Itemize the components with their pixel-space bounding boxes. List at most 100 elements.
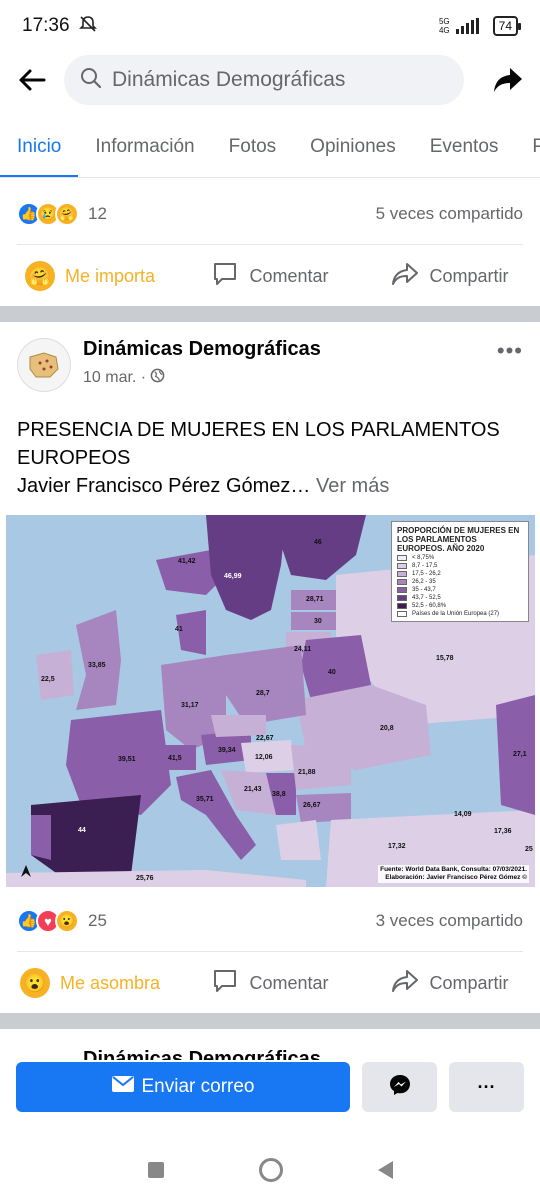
post-options-icon[interactable]: ••• xyxy=(497,338,523,396)
shares-count[interactable]: 3 veces compartido xyxy=(376,911,523,931)
value-label: 44 xyxy=(78,827,86,834)
divider xyxy=(17,951,523,952)
tab-opiniones[interactable]: Opiniones xyxy=(293,116,413,177)
value-label: 30 xyxy=(314,618,322,625)
send-email-label: Enviar correo xyxy=(141,1076,255,1097)
post-text-title: PRESENCIA DE MUJERES EN LOS PARLAMENTOS … xyxy=(17,419,500,469)
care-icon: 🤗 xyxy=(55,202,79,226)
back-arrow-icon[interactable] xyxy=(0,52,64,108)
search-text: Dinámicas Demográficas xyxy=(112,68,346,91)
value-label: 17,32 xyxy=(388,843,406,850)
value-label: 12,06 xyxy=(255,754,273,761)
react-button[interactable]: 😮 Me asombra xyxy=(0,968,180,998)
legend-swatch xyxy=(397,571,407,577)
value-label: 15,78 xyxy=(436,655,454,662)
bottom-action-bar: Enviar correo ··· xyxy=(16,1062,524,1112)
value-label: 22,67 xyxy=(256,735,274,742)
react-button[interactable]: 🤗 Me importa xyxy=(0,261,180,291)
value-label: 17,36 xyxy=(494,828,512,835)
value-label: 21,88 xyxy=(298,769,316,776)
map-source: Fuente: World Data Bank, Consulta: 07/03… xyxy=(378,865,529,883)
network-indicator: 5G 4G xyxy=(439,17,450,35)
legend-swatch xyxy=(397,555,407,561)
post-text: PRESENCIA DE MUJERES EN LOS PARLAMENTOS … xyxy=(17,416,523,500)
home-icon[interactable] xyxy=(258,1158,283,1182)
legend-label: 35 - 43,7 xyxy=(412,587,436,593)
tab-fotos[interactable]: Fotos xyxy=(212,116,294,177)
recents-icon[interactable] xyxy=(147,1162,164,1178)
legend-title: PROPORCIÓN DE MUJERES EN LOS PARLAMENTOS… xyxy=(397,526,520,553)
messenger-icon xyxy=(388,1073,412,1102)
legend-label: 8,7 - 17,5 xyxy=(412,563,438,569)
legend-label: 17,5 - 26,2 xyxy=(412,571,441,577)
see-more-link[interactable]: Ver más xyxy=(316,475,389,497)
status-time: 17:36 xyxy=(22,15,70,36)
battery-icon: 74 xyxy=(492,16,522,36)
post-date-text: 10 mar. · xyxy=(83,369,147,386)
tab-inicio[interactable]: Inicio xyxy=(0,116,79,177)
page-name[interactable]: Dinámicas Demográficas xyxy=(83,338,321,361)
status-bar: 17:36 5G 4G 74 xyxy=(0,0,540,52)
prev-post-reactions[interactable]: 👍 😢 🤗 12 5 veces compartido xyxy=(0,191,540,237)
share-icon xyxy=(391,968,419,999)
reaction-icons: 👍 ♥ 😮 xyxy=(17,909,79,933)
more-options-button[interactable]: ··· xyxy=(449,1062,524,1112)
care-emoji-icon: 🤗 xyxy=(24,261,55,291)
map-source-line1: Fuente: World Data Bank, Consulta: 07/03… xyxy=(380,866,527,873)
comment-label: Comentar xyxy=(249,265,329,286)
value-label: 27,1 xyxy=(513,751,527,758)
legend-swatch xyxy=(397,603,407,609)
wow-emoji-icon: 😮 xyxy=(19,968,50,998)
value-label: 21,43 xyxy=(244,786,262,793)
envelope-icon xyxy=(111,1076,134,1098)
next-post-peek: Dinámicas Demográficas xyxy=(17,1040,417,1060)
more-label: ··· xyxy=(477,1076,496,1097)
value-label: 20,8 xyxy=(380,725,394,732)
comment-icon xyxy=(211,967,239,1000)
share-button[interactable]: Compartir xyxy=(360,968,540,999)
value-label: 40 xyxy=(328,669,336,676)
value-label: 39,51 xyxy=(118,756,136,763)
post-separator xyxy=(0,306,540,322)
value-label: 25 xyxy=(525,846,533,853)
legend-swatch xyxy=(397,587,407,593)
legend-row: Países de la Unión Europea (27) xyxy=(397,611,523,617)
legend-swatch xyxy=(397,611,407,617)
share-arrow-icon[interactable] xyxy=(476,52,540,108)
reaction-count: 12 xyxy=(88,204,107,223)
legend-label: Países de la Unión Europea (27) xyxy=(412,611,500,617)
post-date: 10 mar. · xyxy=(83,368,321,388)
comment-button[interactable]: Comentar xyxy=(180,967,360,1000)
tab-more[interactable]: P xyxy=(515,116,540,177)
back-icon[interactable] xyxy=(377,1161,393,1179)
legend-row: 52,5 - 60,8% xyxy=(397,603,523,609)
post-reactions[interactable]: 👍 ♥ 😮 25 3 veces compartido xyxy=(0,898,540,944)
tab-eventos[interactable]: Eventos xyxy=(413,116,516,177)
value-label: 26,67 xyxy=(303,802,321,809)
tab-informacion[interactable]: Información xyxy=(78,116,211,177)
post-image-map[interactable]: 41,42 46,99 46 28,71 30 24,11 41 33,85 2… xyxy=(6,515,535,887)
comment-button[interactable]: Comentar xyxy=(180,260,360,293)
value-label: 39,34 xyxy=(218,747,236,754)
map-legend: PROPORCIÓN DE MUJERES EN LOS PARLAMENTOS… xyxy=(391,521,529,622)
legend-row: 8,7 - 17,5 xyxy=(397,563,523,569)
legend-label: 43,7 - 52,5 xyxy=(412,595,441,601)
next-post-page-name: Dinámicas Demográficas xyxy=(83,1048,321,1060)
share-icon xyxy=(391,261,419,292)
value-label: 25,76 xyxy=(136,875,154,882)
reaction-icons: 👍 😢 🤗 xyxy=(17,202,79,226)
shares-count[interactable]: 5 veces compartido xyxy=(376,204,523,224)
post-header: Dinámicas Demográficas 10 mar. · ••• xyxy=(17,338,523,396)
messenger-button[interactable] xyxy=(362,1062,437,1112)
page-avatar[interactable] xyxy=(17,338,71,392)
value-label: 35,71 xyxy=(196,796,214,803)
value-label: 41 xyxy=(175,626,183,633)
divider xyxy=(17,244,523,245)
network-4g: 4G xyxy=(438,26,450,35)
react-label: Me asombra xyxy=(59,972,161,993)
search-input[interactable]: Dinámicas Demográficas xyxy=(64,55,464,105)
comment-label: Comentar xyxy=(249,972,329,993)
legend-row: 26,2 - 35 xyxy=(397,579,523,585)
share-button[interactable]: Compartir xyxy=(360,261,540,292)
send-email-button[interactable]: Enviar correo xyxy=(16,1062,350,1112)
